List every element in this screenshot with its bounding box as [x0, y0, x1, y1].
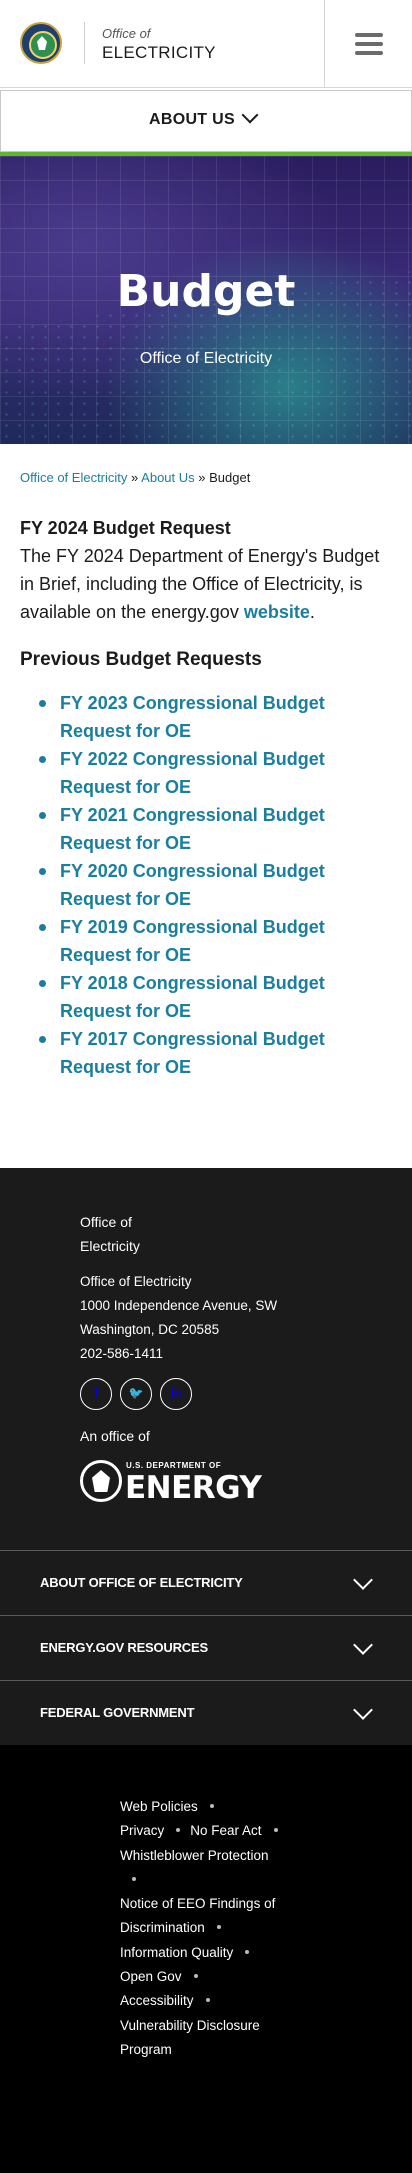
- previous-requests-heading: Previous Budget Requests: [20, 649, 262, 670]
- website-link[interactable]: website: [244, 602, 310, 622]
- separator-dot: [205, 1998, 210, 2003]
- budget-link-fy2018[interactable]: FY 2018 Congressional Budget Request for…: [39, 969, 396, 1025]
- no-fear-act-link[interactable]: No Fear Act: [190, 1823, 261, 1838]
- budget-link-fy2020[interactable]: FY 2020 Congressional Budget Request for…: [39, 857, 396, 913]
- whistleblower-link[interactable]: Whistleblower Protection: [120, 1848, 269, 1863]
- web-policies-link[interactable]: Web Policies: [120, 1799, 198, 1814]
- budget-link-fy2019[interactable]: FY 2019 Congressional Budget Request for…: [39, 913, 396, 969]
- chevron-down-icon: [353, 1700, 373, 1720]
- menu-button[interactable]: [324, 0, 412, 88]
- budget-link-fy2017[interactable]: FY 2017 Congressional Budget Request for…: [39, 1025, 396, 1081]
- doe-logo-small-text: U.S. DEPARTMENT OF: [126, 1461, 222, 1470]
- address-line: 1000 Independence Avenue, SW: [80, 1298, 278, 1313]
- budget-link-fy2021[interactable]: FY 2021 Congressional Budget Request for…: [39, 801, 396, 857]
- doe-logo[interactable]: U.S. DEPARTMENT OF ENERGY: [80, 1460, 262, 1506]
- accordion-about-oe[interactable]: ABOUT OFFICE OF ELECTRICITY: [0, 1550, 412, 1615]
- twitter-link[interactable]: 🐦: [120, 1378, 152, 1410]
- page-subtitle: Office of Electricity: [139, 350, 273, 367]
- brand-small-text[interactable]: Office of: [102, 26, 150, 41]
- breadcrumb-current: Budget: [209, 470, 251, 485]
- fy2024-paragraph: The FY 2024 Department of Energy's Budge…: [20, 542, 396, 626]
- linkedin-icon: in: [170, 1386, 182, 1400]
- main-content: FY 2024 Budget Request The FY 2024 Depar…: [20, 514, 396, 1081]
- separator-dot: [132, 1876, 136, 1881]
- about-us-dropdown[interactable]: ABOUT US: [0, 90, 412, 152]
- site-header: Office of ELECTRICITY: [0, 0, 412, 88]
- page-title: Budget: [116, 266, 296, 317]
- information-quality-link[interactable]: Information Quality: [120, 1945, 233, 1960]
- chevron-down-icon: [241, 106, 259, 124]
- vulnerability-disclosure-link[interactable]: Vulnerability Disclosure Program: [120, 2018, 260, 2057]
- breadcrumb: Office of Electricity » About Us » Budge…: [20, 470, 250, 485]
- separator-dot: [273, 1828, 278, 1833]
- budget-link-fy2022[interactable]: FY 2022 Congressional Budget Request for…: [39, 745, 396, 801]
- doe-logo-big-text: ENERGY: [125, 1470, 262, 1506]
- accordion-federal-government[interactable]: FEDERAL GOVERNMENT: [0, 1680, 412, 1745]
- doe-seal-icon: [80, 1460, 122, 1502]
- separator-dot: [176, 1828, 181, 1833]
- accordion-label: FEDERAL GOVERNMENT: [40, 1705, 195, 1720]
- legal-links: Web Policies Privacy No Fear Act Whistleb…: [120, 1795, 290, 2062]
- twitter-icon: 🐦: [128, 1386, 144, 1400]
- footer-legal-section: Web Policies Privacy No Fear Act Whistleb…: [0, 1745, 412, 2173]
- paragraph-end: .: [309, 602, 315, 622]
- hero-banner: Budget Office of Electricity: [0, 156, 412, 444]
- hamburger-icon: [355, 33, 383, 37]
- accordion-label: ABOUT OFFICE OF ELECTRICITY: [40, 1575, 243, 1590]
- phone-number: 202-586-1411: [80, 1346, 164, 1361]
- chevron-down-icon: [353, 1570, 373, 1590]
- doe-seal-logo[interactable]: [20, 22, 62, 64]
- accordion-label: ENERGY.GOV RESOURCES: [40, 1640, 208, 1655]
- accordion-energy-resources[interactable]: ENERGY.GOV RESOURCES: [0, 1615, 412, 1680]
- linkedin-link[interactable]: in: [160, 1378, 192, 1410]
- fy2024-heading: FY 2024 Budget Request: [20, 518, 231, 538]
- hamburger-icon: [355, 51, 383, 55]
- site-footer: Office of Electricity Office of Electric…: [0, 1168, 412, 2173]
- paragraph-text: The FY 2024 Department of Energy's Budge…: [20, 546, 380, 622]
- privacy-link[interactable]: Privacy: [120, 1823, 164, 1838]
- open-gov-link[interactable]: Open Gov: [120, 1969, 182, 1984]
- budget-links-list: FY 2023 Congressional Budget Request for…: [20, 689, 396, 1081]
- facebook-link[interactable]: f: [80, 1378, 112, 1410]
- chevron-down-icon: [353, 1635, 373, 1655]
- brand-title[interactable]: ELECTRICITY: [102, 43, 216, 63]
- facebook-icon: f: [93, 1385, 99, 1401]
- breadcrumb-about-us[interactable]: About Us: [141, 470, 194, 485]
- breadcrumb-office-of-electricity[interactable]: Office of Electricity: [20, 470, 127, 485]
- separator-dot: [193, 1974, 198, 1979]
- accessibility-link[interactable]: Accessibility: [120, 1993, 194, 2008]
- breadcrumb-separator: »: [131, 470, 139, 485]
- separator-dot: [245, 1949, 250, 1954]
- hamburger-icon: [355, 42, 383, 46]
- footer-address: Office of Electricity 1000 Independence …: [80, 1270, 277, 1366]
- footer-office-name[interactable]: Office of Electricity: [80, 1210, 170, 1258]
- brand-divider: [84, 22, 85, 64]
- about-us-label: ABOUT US: [149, 111, 235, 128]
- eeo-findings-link[interactable]: Notice of EEO Findings of Discrimination: [120, 1896, 275, 1935]
- separator-dot: [209, 1803, 214, 1808]
- an-office-of-label: An office of: [80, 1428, 150, 1444]
- budget-link-fy2023[interactable]: FY 2023 Congressional Budget Request for…: [39, 689, 396, 745]
- breadcrumb-separator: »: [198, 470, 206, 485]
- address-line: Washington, DC 20585: [80, 1322, 220, 1337]
- address-line: Office of Electricity: [80, 1274, 192, 1289]
- separator-dot: [216, 1925, 221, 1930]
